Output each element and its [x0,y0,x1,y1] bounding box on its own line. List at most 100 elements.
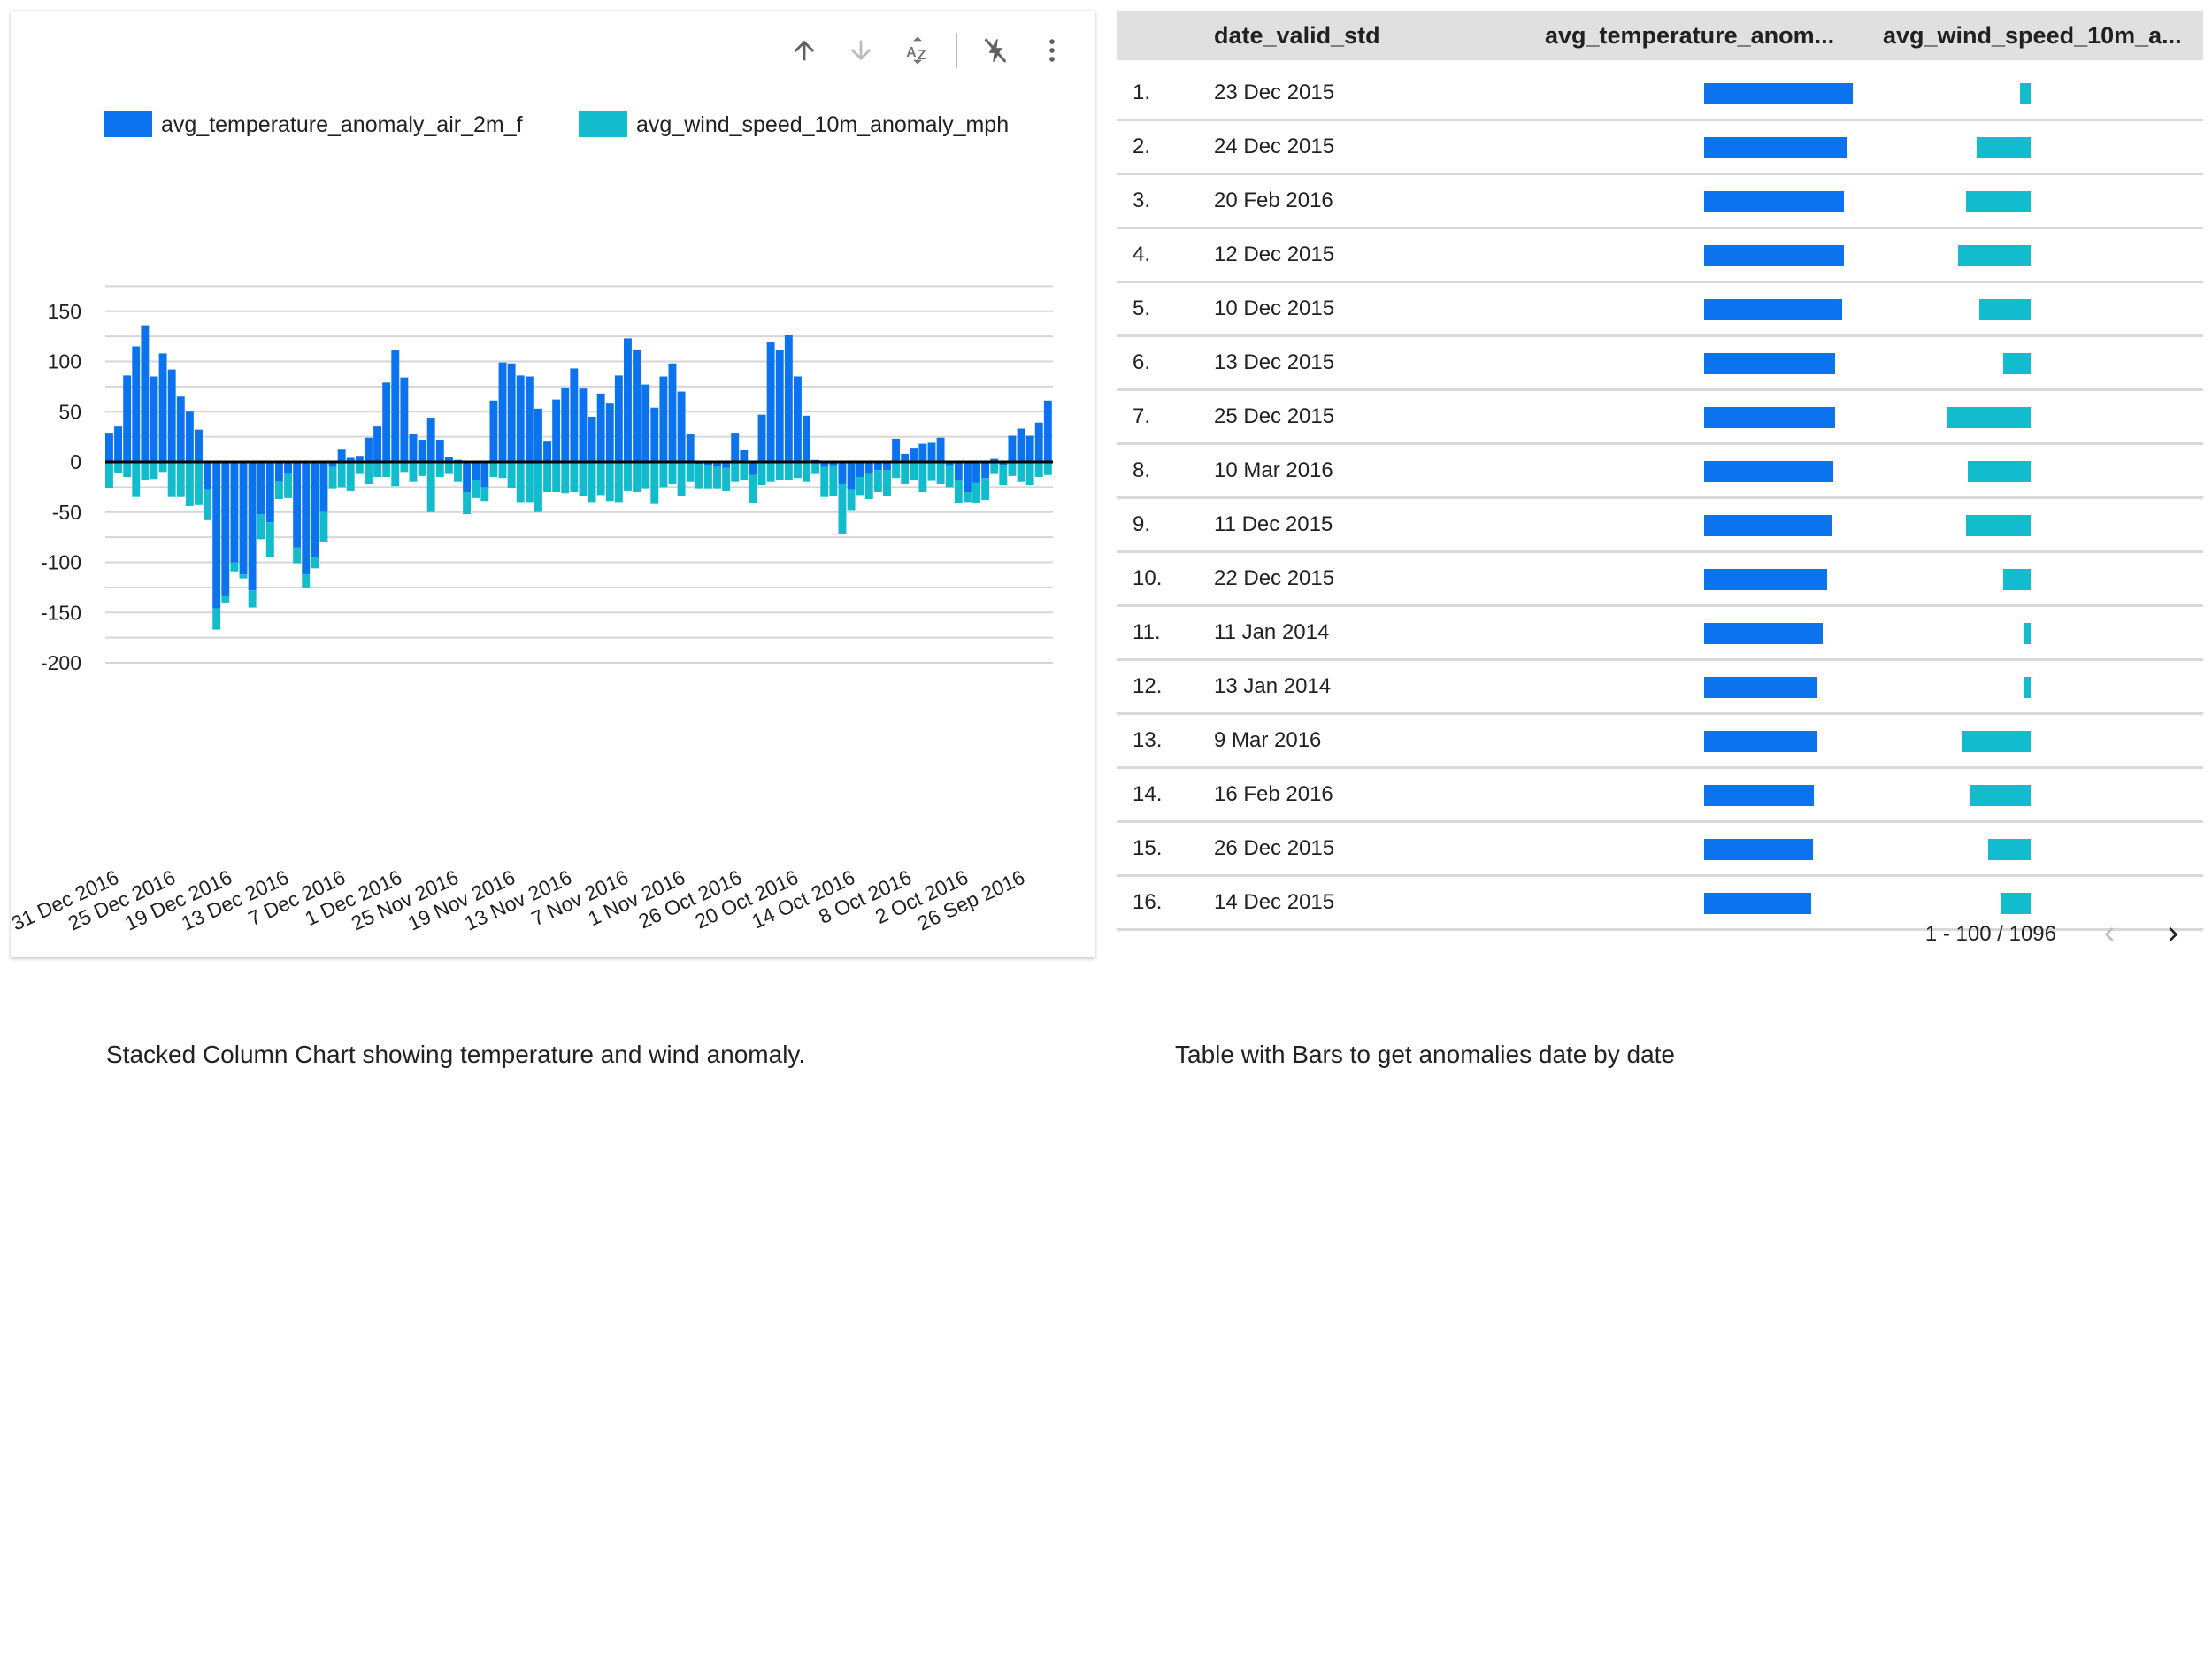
temperature-bar [650,407,659,462]
wind-bar [123,462,132,478]
sort-alphabetical-button[interactable]: A Z [899,32,936,69]
wind-bar [749,474,757,503]
wind-bar [561,462,570,494]
wind-anomaly-bar [2020,83,2031,104]
sort-descending-icon [850,40,872,61]
table-row[interactable]: 3. 20 Feb 2016 [1117,175,2203,229]
table-row[interactable]: 7. 25 Dec 2015 [1117,391,2203,445]
drill-action-button[interactable] [977,32,1014,69]
table-row[interactable]: 2. 24 Dec 2015 [1117,121,2203,175]
temperature-bar [319,462,328,512]
column-header-temperature[interactable]: avg_temperature_anom... [1545,11,1834,60]
table-row[interactable]: 15. 26 Dec 2015 [1117,823,2203,877]
row-index: 9. [1133,512,1151,536]
row-index: 4. [1133,242,1151,266]
row-date: 26 Dec 2015 [1214,836,1335,860]
wind-bar [579,462,588,496]
column-header-wind[interactable]: avg_wind_speed_10m_a... [1883,11,2182,60]
temperature-bar [892,438,901,462]
table-row[interactable]: 11. 11 Jan 2014 [1117,607,2203,661]
temperature-bar [302,462,311,575]
temperature-anomaly-bar [1704,461,1834,482]
wind-bar [195,462,203,505]
drill-action-icon [984,38,1007,63]
table-row[interactable]: 13. 9 Mar 2016 [1117,715,2203,769]
table-row[interactable]: 5. 10 Dec 2015 [1117,283,2203,337]
temperature-anomaly-bar [1704,407,1835,428]
temperature-bar [105,433,113,462]
temperature-bar [918,443,927,462]
temperature-bar [274,462,283,482]
wind-bar [910,462,918,480]
table-row[interactable]: 9. 11 Dec 2015 [1117,499,2203,553]
legend-swatch-wind [579,111,627,137]
wind-anomaly-bar [1962,731,2031,752]
temperature-anomaly-bar [1704,245,1844,266]
temperature-bar [803,415,810,462]
wind-bar [472,480,480,498]
table-row[interactable]: 10. 22 Dec 2015 [1117,553,2203,607]
wind-bar [355,462,364,474]
wind-bar [990,462,999,474]
wind-bar [167,462,176,497]
temperature-bar [409,434,418,462]
wind-bar [918,462,927,493]
wind-bar [534,462,542,512]
temperature-anomaly-bar [1704,83,1853,104]
temperature-bar [239,462,248,575]
y-tick-label: 50 [58,400,81,423]
wind-anomaly-bar [1988,839,2031,860]
wind-bar [400,462,409,473]
table-row[interactable]: 4. 12 Dec 2015 [1117,229,2203,283]
row-index: 11. [1133,620,1161,644]
wind-bar [543,462,551,493]
chevron-right-icon [2169,927,2178,941]
sort-ascending-button[interactable] [786,32,823,69]
wind-bar [114,462,123,473]
row-index: 6. [1133,350,1151,374]
temperature-bar [793,376,802,462]
wind-bar [373,462,382,478]
table-caption: Table with Bars to get anomalies date by… [1175,1041,1676,1068]
wind-anomaly-bar [1947,407,2031,428]
temperature-bar [257,462,265,515]
temperature-bar [740,450,749,462]
wind-bar [775,462,784,480]
wind-bar [552,462,561,493]
next-page-button[interactable] [2155,917,2191,952]
wind-bar [820,466,829,497]
row-date: 10 Mar 2016 [1214,458,1333,482]
table-row[interactable]: 14. 16 Feb 2016 [1117,769,2203,823]
wind-bar [927,462,936,481]
wind-bar [766,462,775,482]
chevron-left-icon [2104,927,2114,941]
wind-bar [311,557,319,569]
temperature-anomaly-bar [1704,785,1815,806]
sort-descending-button[interactable] [842,32,879,69]
table-row[interactable]: 12. 13 Jan 2014 [1117,661,2203,715]
temperature-bar [534,408,542,462]
wind-bar [444,462,453,474]
wind-bar [1025,462,1034,486]
temperature-bar [400,377,409,462]
wind-bar [650,462,659,504]
more-options-button[interactable] [1033,32,1071,69]
table-row[interactable]: 1. 23 Dec 2015 [1117,67,2203,121]
sort-ascending-icon [794,40,815,61]
temperature-bar [614,375,623,462]
wind-bar [596,462,605,496]
temperature-bar [516,375,525,462]
temperature-bar [766,342,775,462]
temperature-bar [1017,428,1025,462]
wind-bar [382,462,391,478]
temperature-bar [847,462,856,490]
column-header-date[interactable]: date_valid_std [1214,11,1380,60]
table-row[interactable]: 8. 10 Mar 2016 [1117,445,2203,499]
pagination-range: 1 - 100 / 1096 [1924,922,2056,946]
temperature-bar [204,462,212,490]
temperature-anomaly-bar [1704,191,1844,212]
table-row[interactable]: 6. 13 Dec 2015 [1117,337,2203,391]
previous-page-button[interactable] [2092,917,2127,952]
wind-bar [319,511,328,542]
temperature-bar [641,384,650,462]
